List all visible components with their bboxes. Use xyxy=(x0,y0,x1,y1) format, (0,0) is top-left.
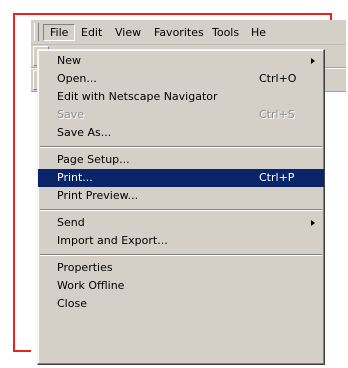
menu-item-print[interactable]: Print... Ctrl+P xyxy=(38,169,324,187)
menu-item-label: Properties xyxy=(57,261,113,274)
menu-item-save-as[interactable]: Save As... xyxy=(38,124,324,142)
menu-item-label: Save xyxy=(57,108,85,121)
menu-edit[interactable]: Edit xyxy=(75,24,108,41)
menu-item-label: New xyxy=(57,54,81,67)
menu-item-close[interactable]: Close xyxy=(38,295,324,313)
menu-bar: File Edit View Favorites Tools He xyxy=(31,20,346,45)
menu-item-page-setup[interactable]: Page Setup... xyxy=(38,151,324,169)
menu-tools[interactable]: Tools xyxy=(206,24,245,41)
menu-separator xyxy=(38,205,324,214)
menu-item-label: Page Setup... xyxy=(57,153,130,166)
file-menu-dropdown: New Open... Ctrl+O Edit with Netscape Na… xyxy=(37,49,325,365)
menu-item-label: Print Preview... xyxy=(57,189,139,202)
menu-separator xyxy=(38,142,324,151)
menu-item-work-offline[interactable]: Work Offline xyxy=(38,277,324,295)
submenu-arrow-icon xyxy=(311,220,315,226)
toolbar-grip[interactable] xyxy=(34,23,39,41)
menu-item-label: Save As... xyxy=(57,126,112,139)
menu-item-print-preview[interactable]: Print Preview... xyxy=(38,187,324,205)
submenu-arrow-icon xyxy=(311,58,315,64)
menu-item-send[interactable]: Send xyxy=(38,214,324,232)
menu-file[interactable]: File xyxy=(43,24,76,41)
menu-item-edit-with[interactable]: Edit with Netscape Navigator xyxy=(38,88,324,106)
menu-item-label: Work Offline xyxy=(57,279,125,292)
menu-help[interactable]: He xyxy=(245,24,272,41)
menu-item-label: Print... xyxy=(57,171,93,184)
menu-item-properties[interactable]: Properties xyxy=(38,259,324,277)
menu-item-label: Edit with Netscape Navigator xyxy=(57,90,218,103)
menu-item-import-export[interactable]: Import and Export... xyxy=(38,232,324,250)
menu-separator xyxy=(38,250,324,259)
menu-view[interactable]: View xyxy=(109,24,147,41)
menu-item-label: Close xyxy=(57,297,87,310)
menu-item-open[interactable]: Open... Ctrl+O xyxy=(38,70,324,88)
menu-favorites[interactable]: Favorites xyxy=(148,24,210,41)
menu-item-new[interactable]: New xyxy=(38,52,324,70)
menu-item-shortcut: Ctrl+O xyxy=(259,72,297,85)
menu-item-label: Import and Export... xyxy=(57,234,168,247)
menu-item-shortcut: Ctrl+P xyxy=(259,171,295,184)
menu-item-shortcut: Ctrl+S xyxy=(259,108,295,121)
menu-item-label: Open... xyxy=(57,72,97,85)
menu-item-save: Save Ctrl+S xyxy=(38,106,324,124)
menu-item-label: Send xyxy=(57,216,85,229)
